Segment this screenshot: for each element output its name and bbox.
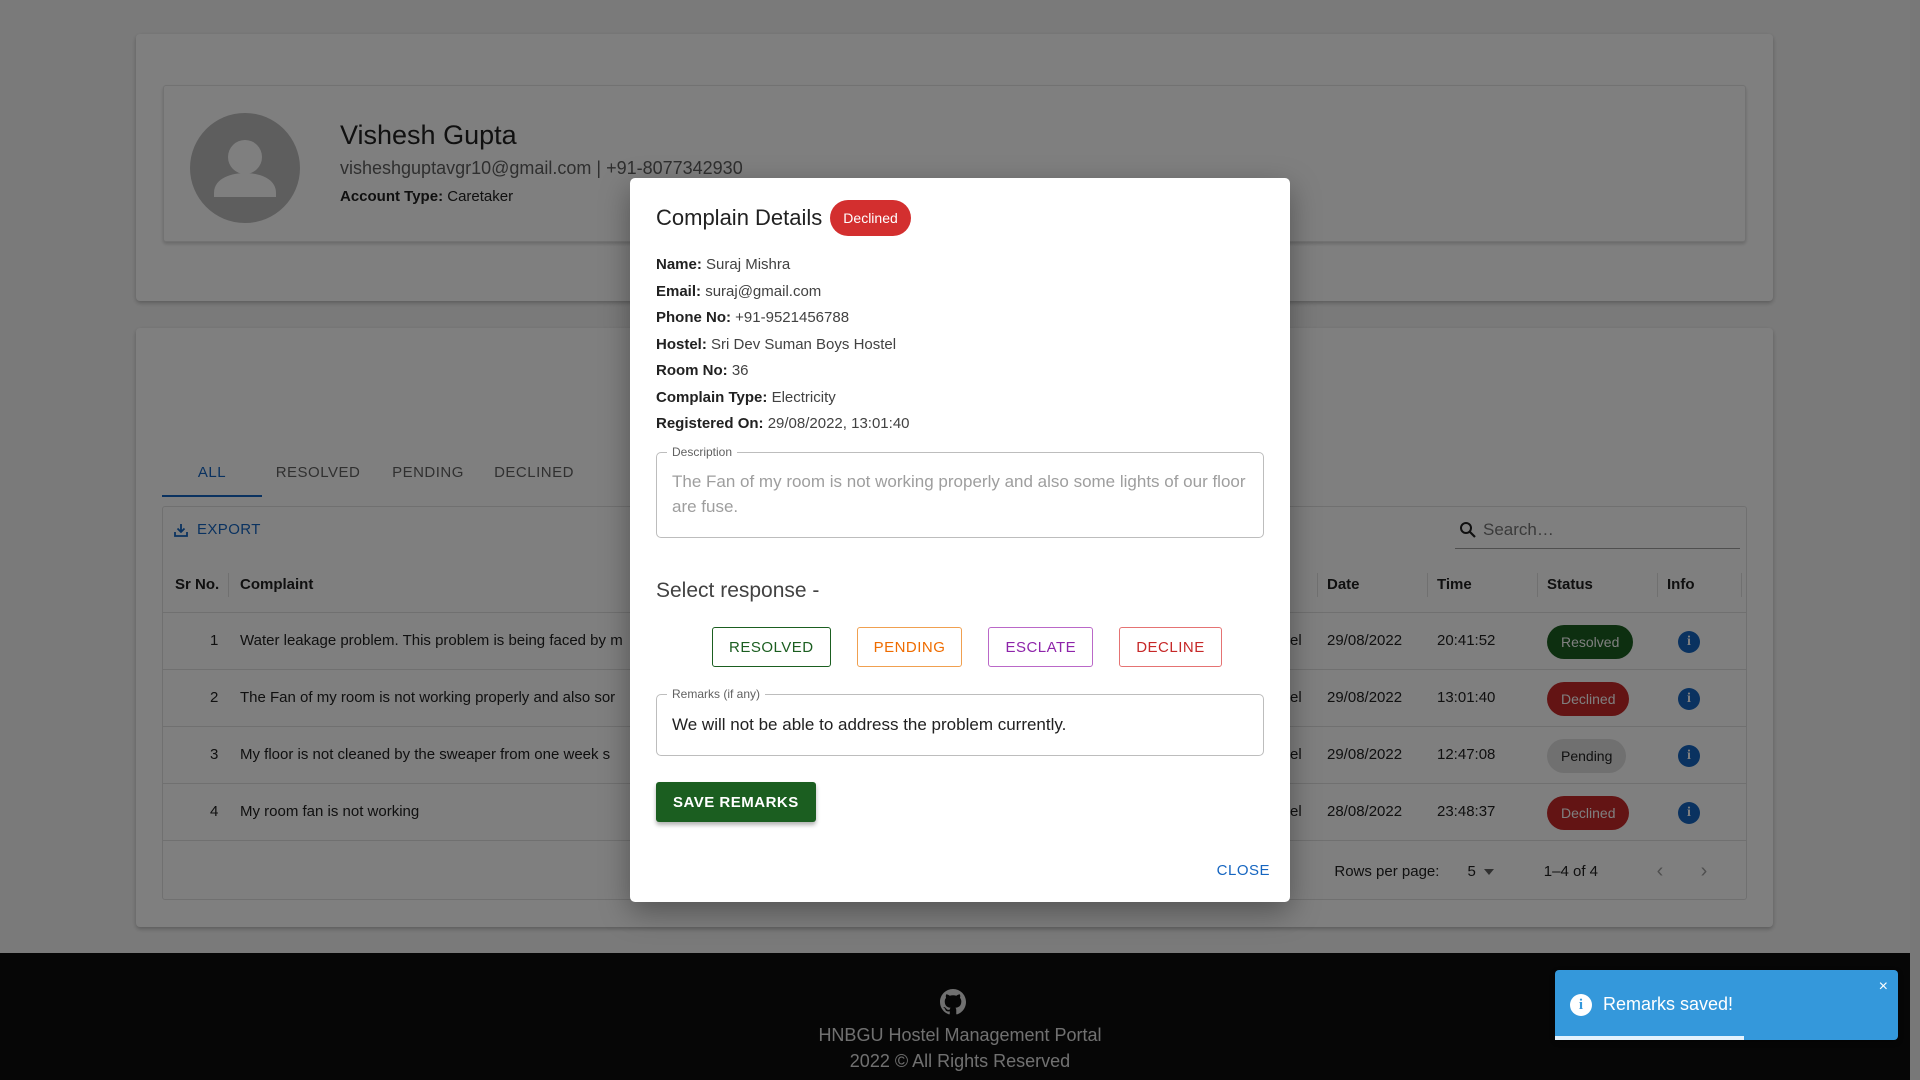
toast-message: Remarks saved! xyxy=(1603,994,1734,1014)
complain-details-dialog: Complain Details Declined Name: Suraj Mi… xyxy=(630,178,1290,902)
description-label: Description xyxy=(667,445,738,459)
description-text: The Fan of my room is not working proper… xyxy=(672,472,1246,516)
detail-room: Room No: 36 xyxy=(656,362,749,379)
select-response-heading: Select response - xyxy=(656,579,820,602)
complaint-details: Name: Suraj Mishra Email: suraj@gmail.co… xyxy=(656,252,910,438)
close-icon[interactable]: × xyxy=(1879,978,1888,996)
detail-name: Name: Suraj Mishra xyxy=(656,256,791,273)
remarks-label: Remarks (if any) xyxy=(667,687,766,701)
remarks-field[interactable]: Remarks (if any) We will not be able to … xyxy=(656,687,1264,756)
dialog-title-text: Complain Details xyxy=(656,205,823,230)
resolved-button[interactable]: RESOLVED xyxy=(712,627,831,667)
decline-button[interactable]: DECLINE xyxy=(1119,627,1222,667)
description-field: Description The Fan of my room is not wo… xyxy=(656,445,1264,538)
detail-registered-on: Registered On: 29/08/2022, 13:01:40 xyxy=(656,415,910,432)
response-buttons: RESOLVED PENDING ESCLATE DECLINE xyxy=(712,627,1222,667)
esclate-button[interactable]: ESCLATE xyxy=(988,627,1094,667)
close-button[interactable]: CLOSE xyxy=(1217,862,1270,879)
pending-button[interactable]: PENDING xyxy=(856,627,963,667)
detail-phone: Phone No: +91-9521456788 xyxy=(656,309,850,326)
save-remarks-button[interactable]: SAVE REMARKS xyxy=(656,782,816,822)
toast-notification: i Remarks saved! × xyxy=(1555,970,1898,1040)
detail-email: Email: suraj@gmail.com xyxy=(656,282,822,300)
detail-complain-type: Complain Type: Electricity xyxy=(656,388,836,406)
toast-info-icon: i xyxy=(1570,994,1592,1016)
remarks-input[interactable]: We will not be able to address the probl… xyxy=(672,712,1250,737)
dialog-title: Complain Details Declined xyxy=(656,200,911,236)
status-badge: Declined xyxy=(830,200,911,236)
toast-progress-bar xyxy=(1555,1036,1744,1040)
detail-hostel: Hostel: Sri Dev Suman Boys Hostel xyxy=(656,335,897,353)
